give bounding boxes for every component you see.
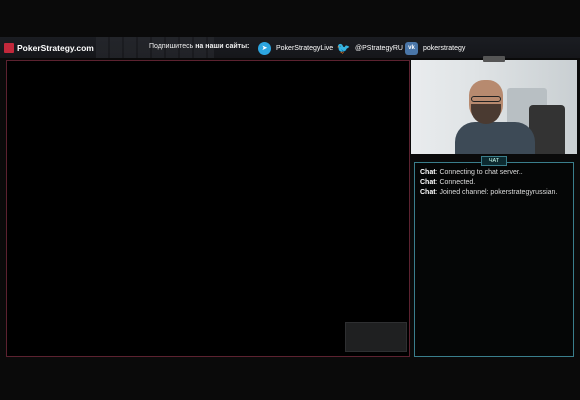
chat-author: Chat (420, 179, 436, 186)
webcam-feed (411, 60, 577, 154)
vk-icon: vk (405, 41, 418, 55)
chat-message: Chat: Connecting to chat server.. (420, 168, 570, 178)
twitter-link[interactable]: 🐦 @PStrategyRU (337, 41, 403, 55)
vk-link[interactable]: vk pokerstrategy (405, 41, 465, 55)
telegram-link[interactable]: ➤ PokerStrategyLive (258, 41, 333, 55)
streamer-body (455, 122, 535, 154)
chat-panel[interactable]: Chat: Connecting to chat server.. Chat: … (414, 162, 574, 357)
brand-mark-icon (4, 43, 14, 53)
webcam-badge (483, 56, 505, 62)
telegram-icon: ➤ (258, 41, 271, 55)
chat-text: Connecting to chat server.. (439, 169, 523, 176)
chat-text: Connected. (439, 179, 476, 186)
chat-message: Chat: Joined channel: pokerstrategyrussi… (420, 188, 570, 198)
chat-tab[interactable]: ЧАТ (481, 156, 507, 166)
chat-author: Chat (420, 189, 436, 196)
game-overlay-panel (345, 322, 407, 352)
streamer (455, 78, 535, 154)
twitter-icon: 🐦 (336, 42, 351, 55)
chat-messages: Chat: Connecting to chat server.. Chat: … (420, 168, 570, 198)
top-bar: PokerStrategy.com Подпишитесь на наши са… (0, 37, 580, 58)
subscribe-text: Подпишитесь на наши сайты: (149, 43, 249, 50)
brand-logo[interactable]: PokerStrategy.com (4, 41, 94, 55)
twitter-label: @PStrategyRU (355, 44, 403, 52)
streamer-glasses (471, 96, 501, 102)
chat-author: Chat (420, 169, 436, 176)
chat-message: Chat: Connected. (420, 178, 570, 188)
game-screen (6, 60, 410, 357)
chat-text: Joined channel: pokerstrategyrussian. (439, 189, 558, 196)
subscribe-prefix: Подпишитесь (149, 43, 194, 50)
vk-label: pokerstrategy (423, 44, 466, 52)
streamer-beard (471, 104, 501, 124)
brand-name: PokerStrategy.com (17, 43, 94, 53)
subscribe-bold: на наши сайты: (195, 43, 250, 50)
telegram-label: PokerStrategyLive (276, 44, 334, 52)
